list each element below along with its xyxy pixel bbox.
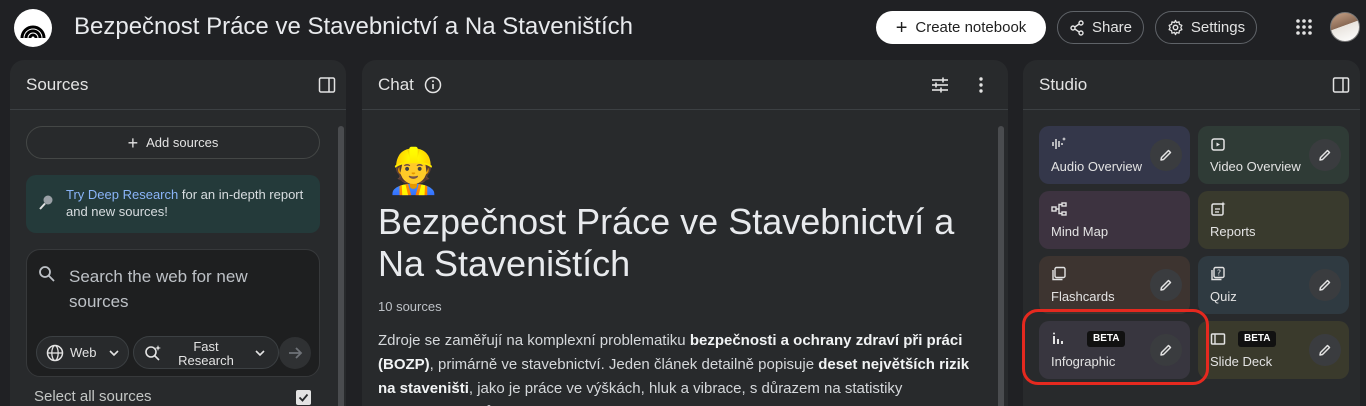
sparkle-search-icon	[145, 344, 161, 361]
chat-scrollbar[interactable]	[998, 126, 1004, 406]
quiz-label: Quiz	[1210, 289, 1237, 304]
top-bar: Bezpečnost Práce ve Stavebnictví a Na St…	[0, 0, 1366, 56]
search-icon	[39, 266, 55, 282]
pencil-icon	[1319, 344, 1331, 356]
checkmark-icon	[298, 393, 309, 402]
edit-audio-overview-button[interactable]	[1150, 139, 1182, 171]
sources-scrollbar[interactable]	[338, 126, 344, 406]
summary-text: Zdroje se zaměřují na komplexní problema…	[378, 332, 690, 349]
studio-card-slide-deck[interactable]: BETA Slide Deck	[1198, 321, 1349, 379]
arrow-right-icon	[289, 347, 303, 359]
deep-research-banner: Try Deep Research for an in-depth report…	[26, 175, 320, 233]
notebook-emoji: 👷	[386, 147, 441, 196]
studio-card-flashcards[interactable]: Flashcards	[1039, 256, 1190, 314]
share-button[interactable]: Share	[1057, 11, 1144, 44]
sources-panel: Sources + Add sources Try Deep Research …	[10, 60, 346, 406]
flashcards-label: Flashcards	[1051, 289, 1115, 304]
add-sources-label: Add sources	[146, 135, 219, 150]
settings-button[interactable]: Settings	[1155, 11, 1257, 44]
notebooklm-logo-icon[interactable]	[14, 9, 52, 47]
collapse-panel-icon[interactable]	[1332, 76, 1350, 94]
share-icon	[1070, 19, 1084, 36]
pencil-icon	[1319, 279, 1331, 291]
web-source-dropdown[interactable]: Web	[36, 336, 129, 369]
search-input[interactable]: Search the web for new sources	[69, 264, 269, 314]
select-all-checkbox[interactable]	[296, 390, 311, 405]
share-label: Share	[1091, 19, 1133, 36]
plus-icon: +	[127, 132, 139, 153]
notebook-heading: Bezpečnost Práce ve Stavebnictví a Na St…	[378, 201, 955, 284]
select-all-label: Select all sources	[34, 388, 152, 405]
edit-flashcards-button[interactable]	[1150, 269, 1182, 301]
studio-card-mind-map[interactable]: Mind Map	[1039, 191, 1190, 249]
highlight-annotation	[1022, 309, 1209, 385]
studio-header: Studio	[1023, 60, 1360, 110]
slide-deck-icon	[1210, 333, 1226, 345]
studio-card-video-overview[interactable]: Video Overview	[1198, 126, 1349, 184]
add-sources-button[interactable]: + Add sources	[26, 126, 320, 159]
source-count: 10 sources	[378, 299, 442, 314]
studio-card-quiz[interactable]: ? Quiz	[1198, 256, 1349, 314]
notebook-title[interactable]: Bezpečnost Práce ve Stavebnictví a Na St…	[74, 13, 633, 41]
beta-badge: BETA	[1238, 331, 1277, 347]
video-overview-label: Video Overview	[1210, 159, 1301, 174]
globe-icon	[46, 344, 64, 361]
plus-icon: +	[895, 16, 908, 39]
chevron-down-icon	[108, 349, 119, 356]
tune-icon[interactable]	[931, 76, 949, 94]
chevron-down-icon	[255, 350, 265, 357]
studio-card-audio-overview[interactable]: Audio Overview	[1039, 126, 1190, 184]
video-icon	[1211, 138, 1225, 151]
chat-title: Chat	[378, 75, 414, 94]
pencil-icon	[1160, 149, 1172, 161]
reports-icon	[1211, 201, 1226, 216]
svg-text:?: ?	[1217, 269, 1221, 278]
slide-deck-label: Slide Deck	[1210, 354, 1273, 369]
quiz-icon: ?	[1211, 266, 1225, 281]
summary-text: , primárně ve stavebnictví. Jeden článek…	[429, 356, 819, 373]
sources-header: Sources	[10, 60, 346, 110]
notebook-summary: Zdroje se zaměřují na komplexní problema…	[378, 329, 978, 406]
web-search-box[interactable]: Search the web for new sources Web Fast …	[26, 249, 320, 377]
chat-panel: Chat 👷 Bezpečnost Práce ve Stavebnictví …	[362, 60, 1008, 406]
chat-header: Chat	[362, 60, 1008, 110]
deep-research-link[interactable]: Try Deep Research	[66, 187, 178, 202]
collapse-panel-icon[interactable]	[318, 76, 336, 94]
web-label: Web	[70, 345, 97, 360]
settings-label: Settings	[1190, 19, 1246, 36]
sources-title: Sources	[26, 75, 89, 94]
create-notebook-button[interactable]: + Create notebook	[876, 11, 1046, 44]
fast-research-dropdown[interactable]: Fast Research	[133, 336, 279, 369]
fast-research-label: Fast Research	[178, 339, 234, 368]
avatar[interactable]	[1330, 12, 1360, 42]
pencil-icon	[1160, 279, 1172, 291]
create-notebook-label: Create notebook	[915, 19, 1027, 36]
edit-video-overview-button[interactable]	[1309, 139, 1341, 171]
pencil-icon	[1319, 149, 1331, 161]
edit-slide-deck-button[interactable]	[1309, 334, 1341, 366]
submit-search-button[interactable]	[279, 337, 311, 369]
info-icon[interactable]	[424, 76, 442, 94]
gear-icon	[1168, 19, 1183, 36]
flashcards-icon	[1052, 266, 1066, 281]
audio-wave-icon	[1052, 137, 1066, 149]
more-vert-icon[interactable]	[972, 76, 990, 94]
studio-title: Studio	[1039, 75, 1088, 94]
audio-overview-label: Audio Overview	[1051, 159, 1143, 174]
studio-card-reports[interactable]: Reports	[1198, 191, 1349, 249]
reports-label: Reports	[1210, 224, 1256, 239]
search-sparkle-icon	[39, 195, 53, 210]
apps-grid-icon[interactable]	[1294, 17, 1314, 37]
edit-quiz-button[interactable]	[1309, 269, 1341, 301]
mind-map-label: Mind Map	[1051, 224, 1109, 239]
mind-map-icon	[1051, 202, 1067, 216]
